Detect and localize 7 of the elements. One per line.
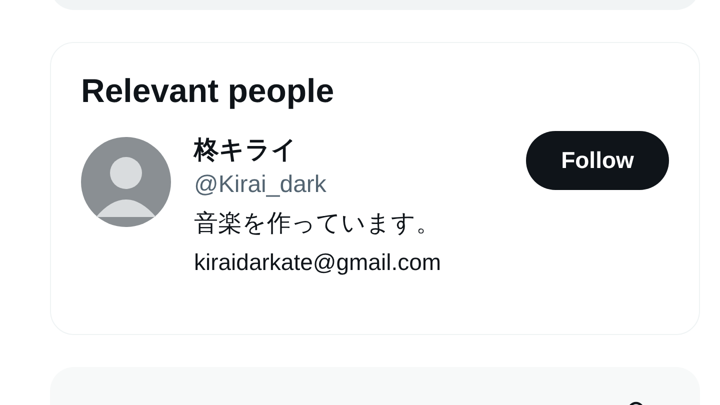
user-handle[interactable]: @Kirai_dark (194, 167, 526, 203)
section-title: Relevant people (81, 71, 336, 111)
user-bio: 音楽を作っています。 (194, 209, 441, 239)
user-name[interactable]: 柊キライ (194, 133, 526, 167)
user-email: kiraidarkate@gmail.com (194, 248, 442, 277)
follow-button[interactable]: Follow (526, 131, 669, 190)
avatar[interactable] (81, 137, 171, 227)
